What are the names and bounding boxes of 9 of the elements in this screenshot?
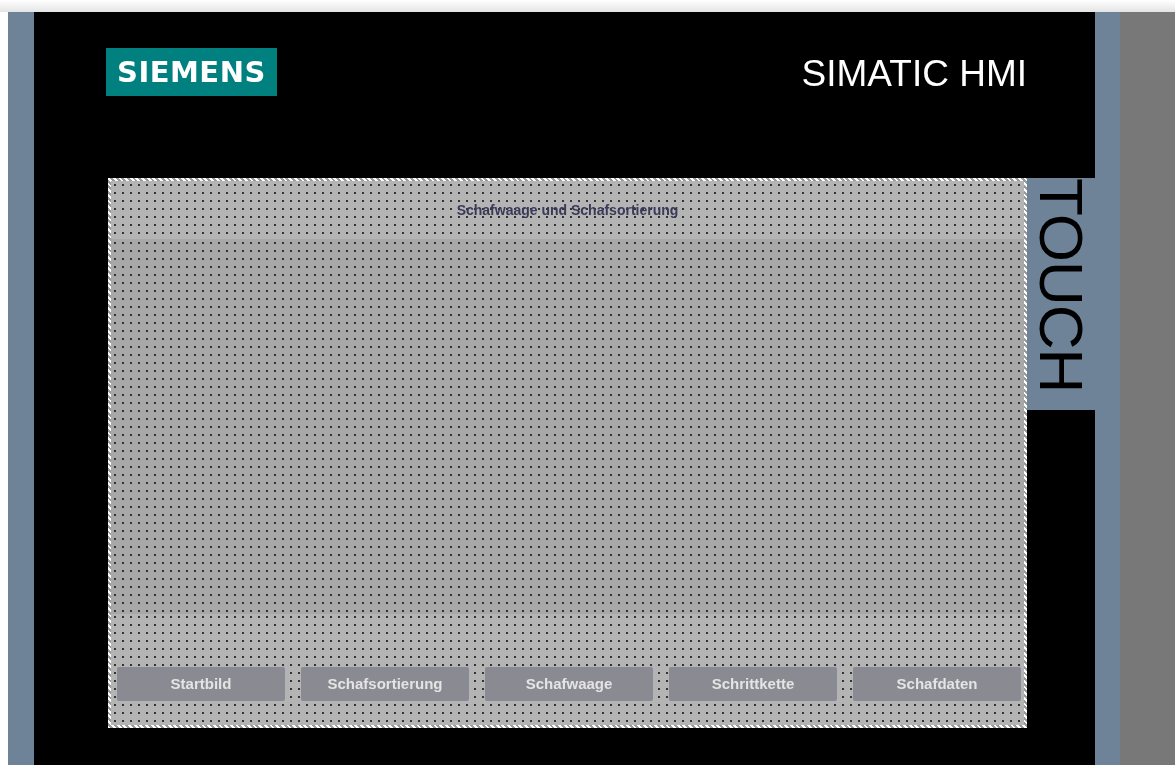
nav-button[interactable]: Schafsortierung	[301, 666, 469, 701]
logo: SIEMENS	[106, 48, 277, 96]
product-name: SIMATIC HMI	[801, 53, 1027, 95]
nav-button[interactable]: Schafwaage	[485, 666, 653, 701]
screen-title: Schafwaage und Schafsortierung	[456, 202, 679, 218]
side-label: TOUCH	[1030, 178, 1092, 393]
nav-button[interactable]: Startbild	[117, 666, 285, 701]
nav-button[interactable]: Schafdaten	[853, 666, 1021, 701]
nav-button[interactable]: Schrittkette	[669, 666, 837, 701]
